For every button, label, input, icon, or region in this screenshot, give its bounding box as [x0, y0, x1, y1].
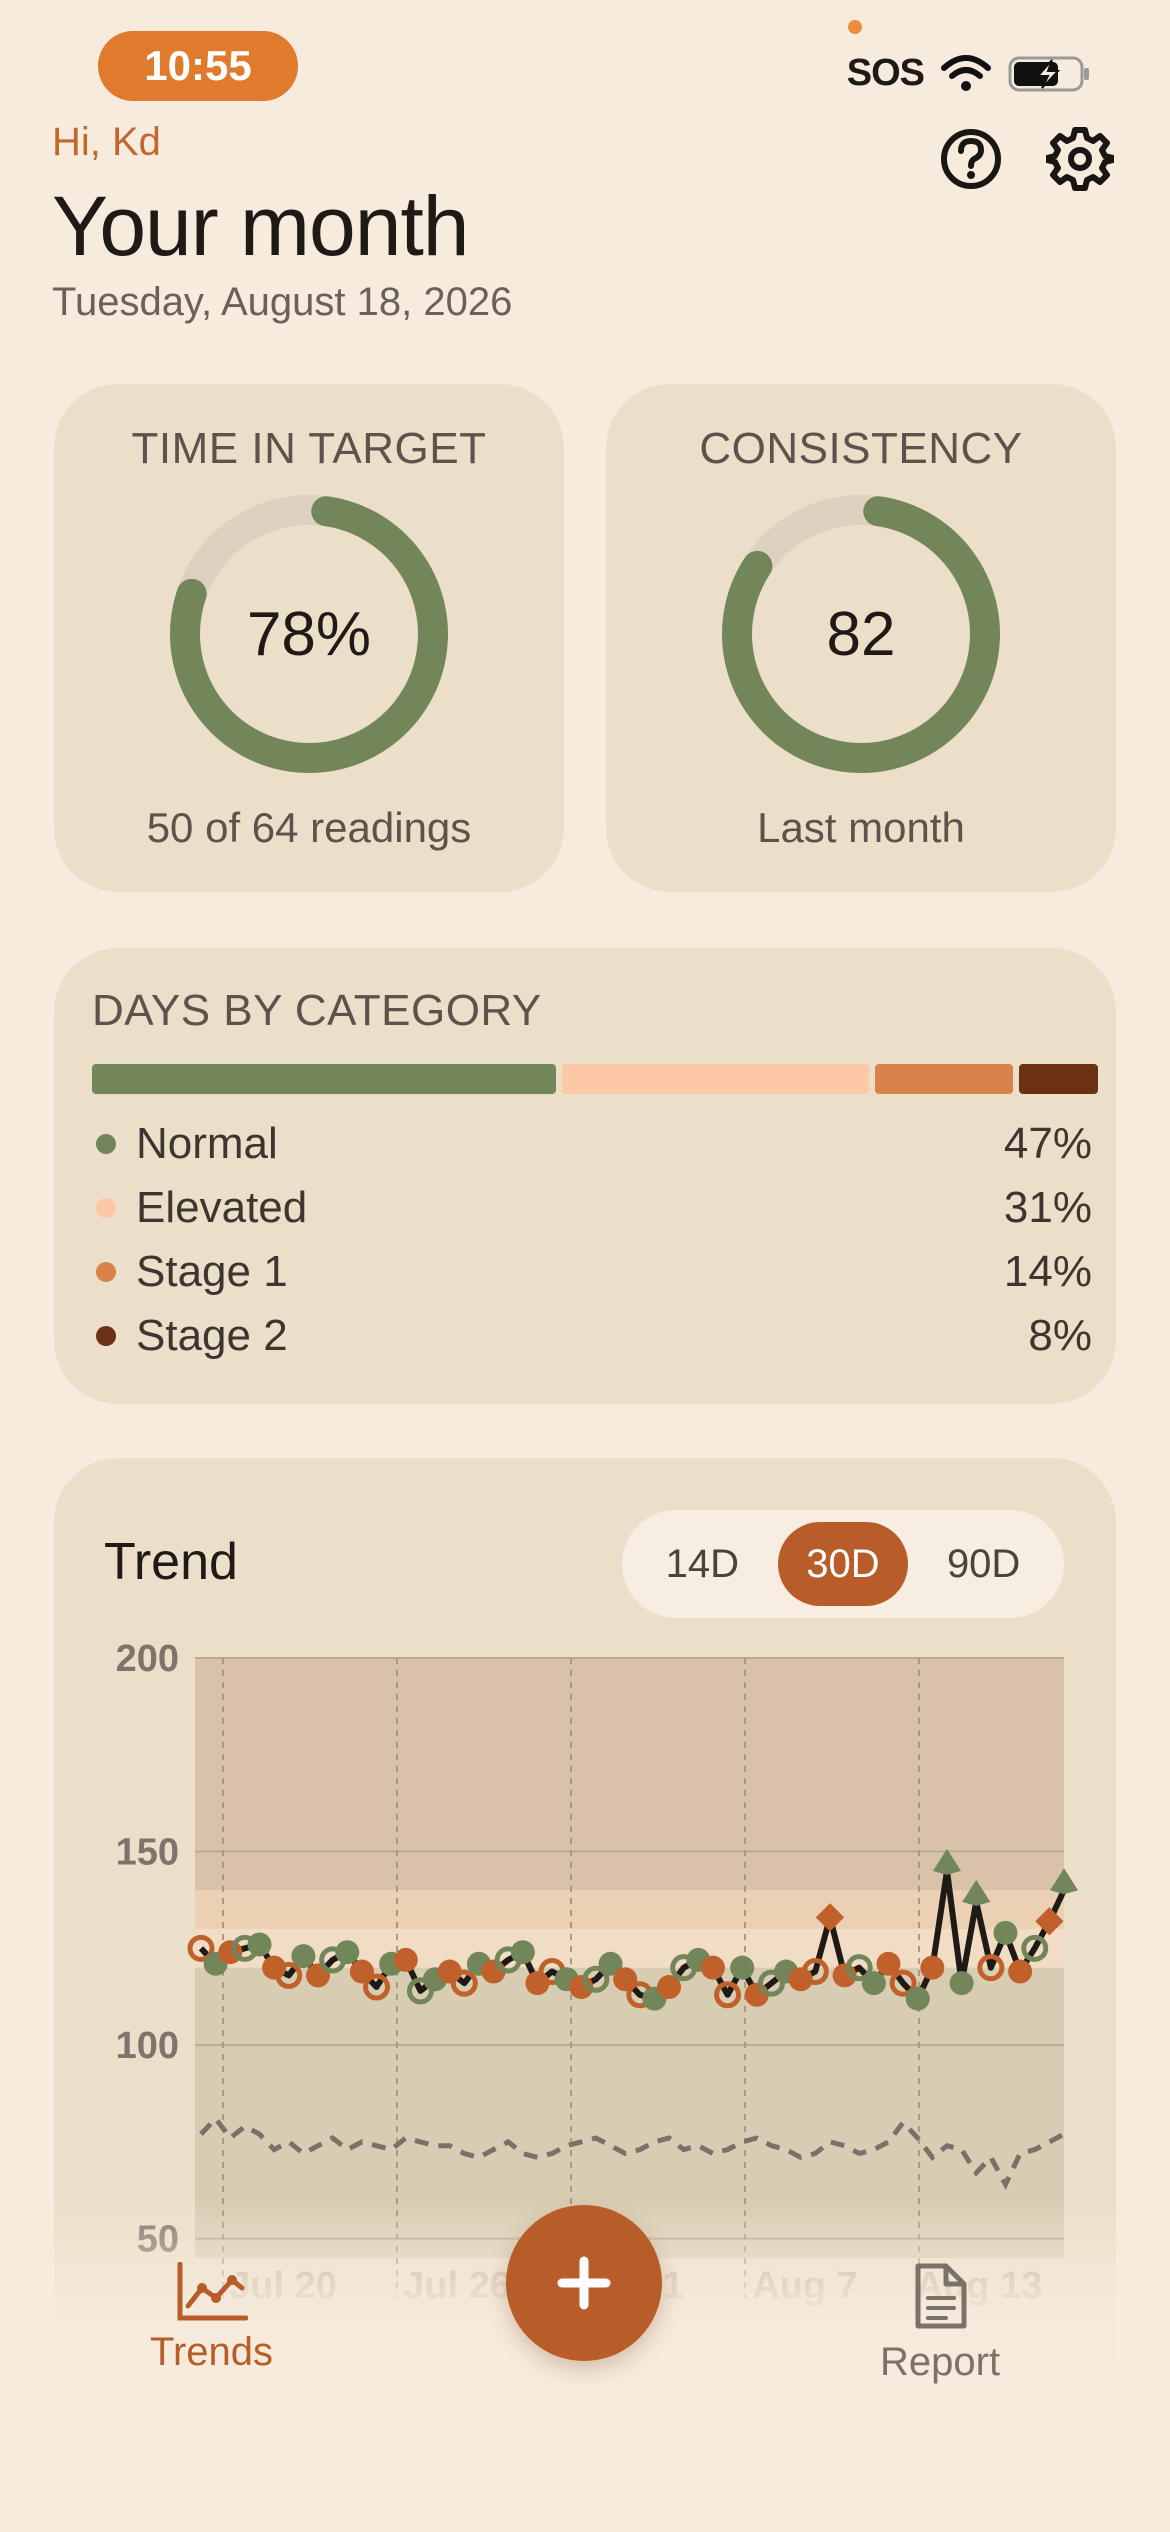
category-title: DAYS BY CATEGORY [92, 986, 542, 1035]
stat-label: CONSISTENCY [699, 424, 1023, 473]
y-tick-label: 100 [116, 2025, 179, 2067]
category-name: Normal [136, 1119, 278, 1168]
page-title: Your month [52, 179, 470, 273]
reading-point-normal [861, 1971, 886, 1996]
reading-point-normal [291, 1944, 316, 1969]
reading-point-elevated [700, 1955, 725, 1980]
greeting: Hi, Kd [52, 120, 161, 164]
reading-point-normal [247, 1932, 272, 1957]
time-in-target-card[interactable]: TIME IN TARGET 78% 50 of 64 readings [54, 384, 564, 892]
category-percent: 47% [1003, 1119, 1092, 1168]
recording-indicator [848, 20, 862, 34]
elevated-dot [96, 1198, 116, 1218]
category-row-stage1: Stage 1 14% [92, 1240, 1092, 1304]
nav-trends-label: Trends [150, 2330, 274, 2374]
category-percent: 31% [1003, 1183, 1092, 1232]
stat-subtitle: 50 of 64 readings [146, 804, 472, 851]
days-by-category-card: DAYS BY CATEGORY Normal 47% Elevated 31%… [54, 948, 1116, 1404]
sos-indicator: SOS [846, 52, 925, 94]
wifi-icon [941, 54, 991, 91]
y-tick-label: 200 [116, 1638, 179, 1680]
zone-stage2 [195, 1658, 1064, 1891]
category-name: Stage 2 [136, 1311, 288, 1360]
reading-point-normal [949, 1971, 974, 1996]
nav-trends[interactable]: Trends [150, 2262, 273, 2375]
reading-point-elevated [920, 1955, 945, 1980]
plus-icon [557, 2256, 611, 2310]
current-date: Tuesday, August 18, 2026 [52, 280, 513, 324]
nav-report[interactable]: Report [880, 2262, 1000, 2385]
stat-label: TIME IN TARGET [131, 424, 487, 473]
category-percent: 14% [1003, 1247, 1092, 1296]
reading-point-elevated [1008, 1959, 1033, 1984]
trends-icon [177, 2262, 248, 2321]
status-time: 10:55 [98, 31, 298, 101]
category-row-stage2: Stage 2 8% [92, 1304, 1092, 1368]
y-tick-label: 150 [116, 1832, 179, 1874]
category-name: Stage 1 [136, 1247, 288, 1296]
add-reading-button[interactable] [506, 2205, 662, 2361]
category-segment-stage2 [1018, 1064, 1098, 1094]
nav-report-label: Report [880, 2340, 1001, 2384]
category-segment-stage1 [874, 1064, 1013, 1094]
category-segment-elevated [562, 1064, 869, 1094]
help-icon[interactable] [937, 125, 1005, 193]
category-percent: 8% [1028, 1311, 1092, 1360]
reading-point-elevated [393, 1947, 418, 1972]
reading-point-normal [905, 1986, 930, 2011]
stat-value: 78% [246, 599, 372, 669]
category-segment-normal [92, 1064, 557, 1094]
zone-stage1 [195, 1890, 1064, 1929]
stage1-dot [96, 1262, 116, 1282]
reading-point-normal [993, 1920, 1018, 1945]
consistency-card[interactable]: CONSISTENCY 82 Last month [606, 384, 1116, 892]
category-stacked-bar [92, 1064, 1098, 1094]
stat-subtitle: Last month [757, 804, 965, 851]
stat-value: 82 [826, 599, 896, 669]
reading-point-elevated [218, 1940, 243, 1965]
reading-point-normal [335, 1940, 360, 1965]
category-name: Elevated [136, 1183, 308, 1232]
battery-charging-icon [1008, 56, 1089, 91]
stage2-dot [96, 1326, 116, 1346]
normal-dot [96, 1134, 116, 1154]
status-icons: SOS [847, 52, 1092, 95]
reading-point-normal [510, 1940, 535, 1965]
category-row-elevated: Elevated 31% [92, 1176, 1092, 1240]
category-row-normal: Normal 47% [92, 1112, 1092, 1176]
report-icon [915, 2263, 967, 2329]
gear-icon[interactable] [1046, 125, 1114, 193]
reading-point-normal [730, 1955, 755, 1980]
